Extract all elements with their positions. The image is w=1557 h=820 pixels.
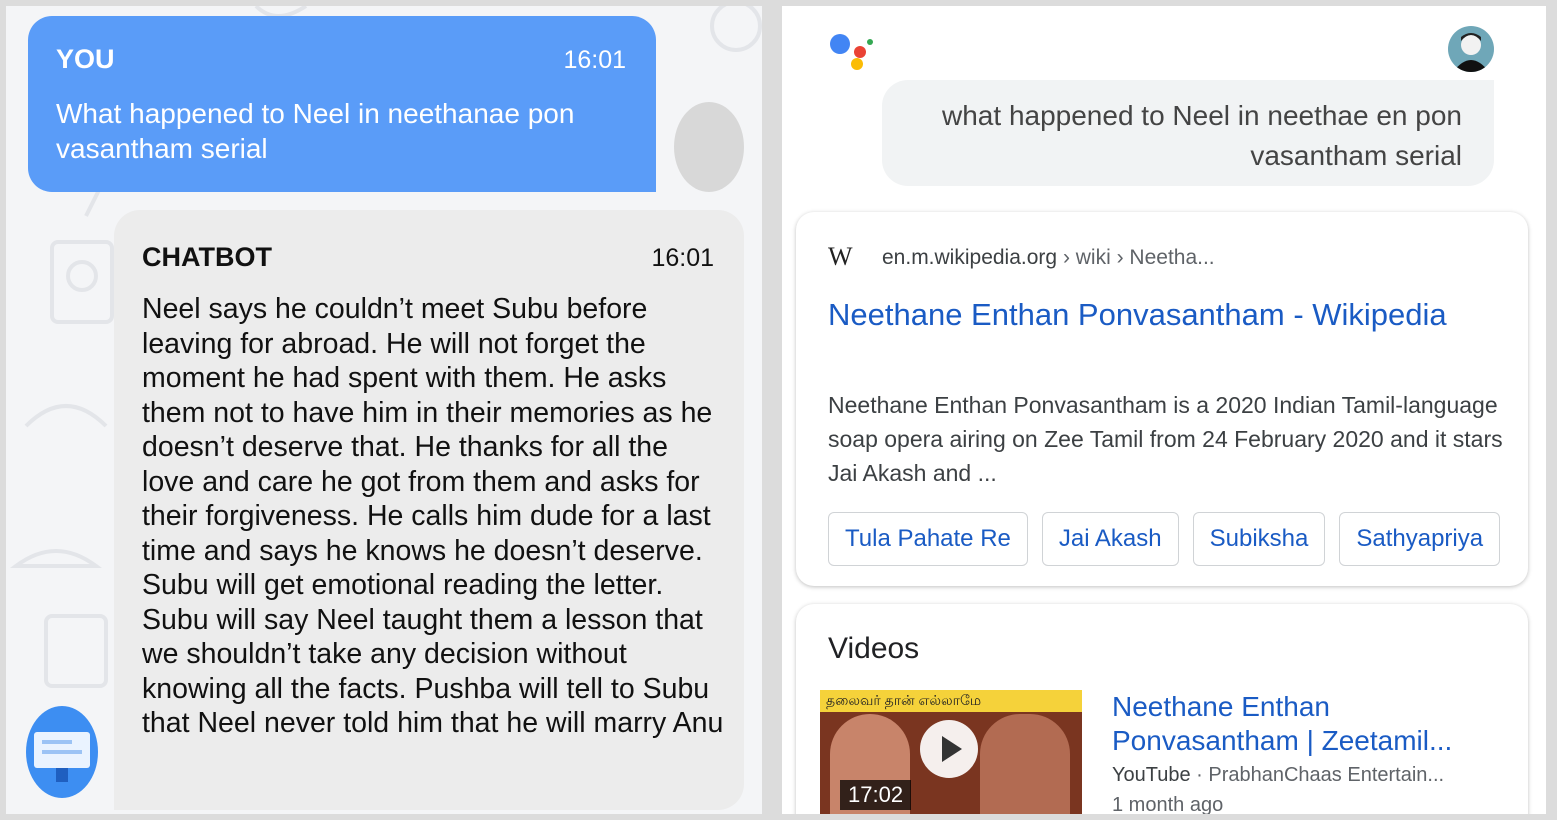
message-time: 16:01 [563,46,626,74]
query-bubble: what happened to Neel in neethae en pon … [882,80,1494,186]
profile-avatar-icon[interactable] [1448,26,1494,72]
message-time: 16:01 [651,244,714,272]
user-message-bubble: YOU 16:01 What happened to Neel in neeth… [28,16,656,192]
chip-tula-pahate-re[interactable]: Tula Pahate Re [828,512,1028,566]
video-meta: YouTube · PrabhanChaas Entertain... [1112,764,1444,787]
message-text: What happened to Neel in neethanae pon v… [56,98,575,164]
video-title-link[interactable]: Neethane Enthan Ponvasantham | Zeetamil.… [1112,690,1512,758]
result-snippet: Neethane Enthan Ponvasantham is a 2020 I… [828,392,1503,486]
chip-subiksha[interactable]: Subiksha [1192,512,1326,566]
video-age: 1 month ago [1112,794,1224,814]
thumbnail-caption: தலைவர் தான் எல்லாமே [826,692,982,708]
result-site: en.m.wikipedia.org [882,246,1058,269]
sender-name: CHATBOT [142,242,272,272]
video-duration: 17:02 [840,780,912,810]
videos-heading: Videos [828,632,920,665]
result-title-link[interactable]: Neethane Enthan Ponvasantham - Wikipedia [828,294,1448,335]
wikipedia-icon: W [828,242,853,271]
related-chips: Tula Pahate Re Jai Akash Subiksha Sathyapri… [828,512,1514,566]
result-breadcrumb: › wiki › Neetha... [1062,246,1215,269]
videos-card: Videos தலைவர் தான் எல்லாமே 17:02 Neethan… [796,604,1528,814]
chip-jai-akash[interactable]: Jai Akash [1041,512,1179,566]
chip-sathyapriya[interactable]: Sathyapriya [1339,512,1501,566]
sender-name: YOU [56,44,115,74]
message-text: Neel says he couldn’t meet Subu before l… [142,293,724,739]
play-icon[interactable] [920,720,978,778]
assistant-panel: what happened to Neel in neethae en pon … [782,6,1546,814]
video-source: YouTube [1112,764,1191,786]
chat-panel: YOU 16:01 What happened to Neel in neeth… [6,6,762,814]
screen: YOU 16:01 What happened to Neel in neeth… [0,0,1557,820]
video-thumbnail[interactable]: தலைவர் தான் எல்லாமே 17:02 [820,690,1082,814]
result-url[interactable]: en.m.wikipedia.org › wiki › Neetha... [882,246,1215,270]
user-avatar [674,102,744,192]
search-result-card: W en.m.wikipedia.org › wiki › Neetha... … [796,212,1528,586]
google-assistant-logo-icon [830,34,873,70]
query-text: what happened to Neel in neethae en pon … [942,100,1462,171]
chatbot-avatar-icon [26,706,98,798]
video-channel: · PrabhanChaas Entertain... [1196,764,1445,786]
bot-message-bubble: CHATBOT 16:01 Neel says he couldn’t meet… [114,210,744,810]
